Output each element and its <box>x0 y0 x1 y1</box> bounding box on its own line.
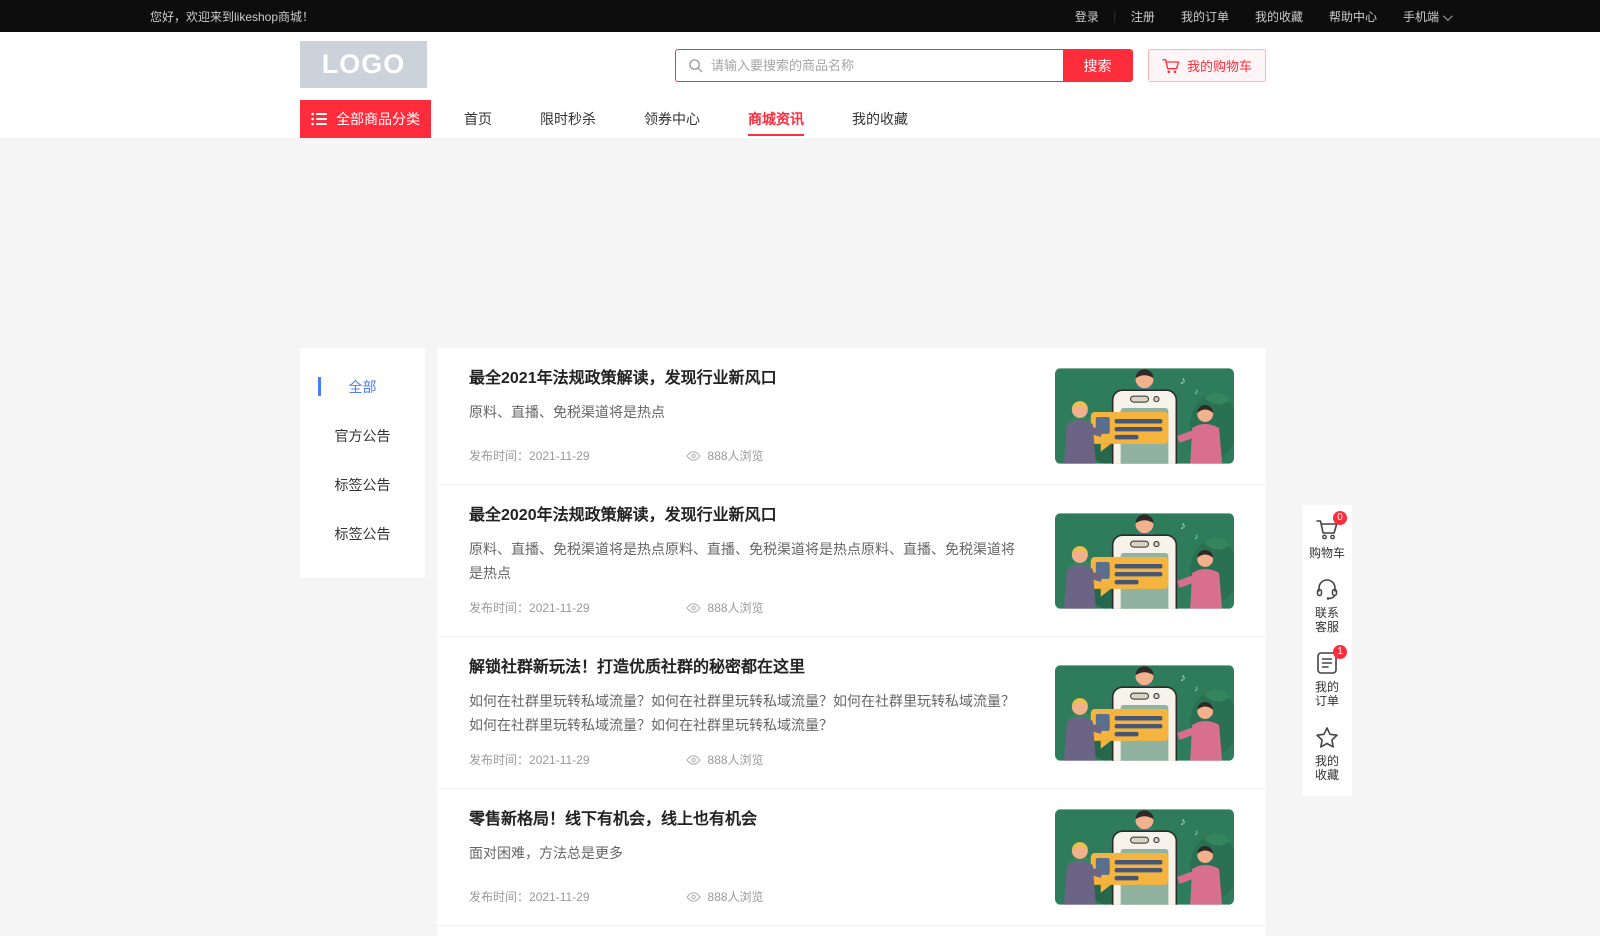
mobile-site-link[interactable]: 手机端 <box>1403 8 1450 25</box>
nav-item-mall-news[interactable]: 商城资讯 <box>724 100 828 138</box>
float-orders-label: 我的订单 <box>1315 680 1339 708</box>
nav-item-home[interactable]: 首页 <box>440 100 516 138</box>
shop-logo[interactable]: LOGO <box>300 41 427 88</box>
news-article-row[interactable]: 最全2021年法规政策解读，发现行业新风口 原料、直播、免税渠道将是热点 发布时… <box>437 348 1266 485</box>
eye-icon <box>686 451 701 461</box>
all-categories-button[interactable]: 全部商品分类 <box>300 100 431 138</box>
publish-date: 2021-11-29 <box>529 890 590 904</box>
article-title[interactable]: 最全2021年法规政策解读，发现行业新风口 <box>469 368 1023 390</box>
sidebar-item-all[interactable]: 全部 <box>300 362 425 411</box>
main-nav: 全部商品分类 首页 限时秒杀 领券中心 商城资讯 我的收藏 <box>0 100 1600 138</box>
nav-item-coupon-center[interactable]: 领券中心 <box>620 100 724 138</box>
publish-time-label: 发布时间： <box>469 599 529 616</box>
register-link[interactable]: 注册 <box>1131 8 1155 25</box>
view-count: 888人浏览 <box>708 751 764 768</box>
topbar-divider: ｜ <box>1109 8 1121 25</box>
search-button[interactable]: 搜索 <box>1063 50 1132 81</box>
search-icon <box>688 58 703 73</box>
article-thumbnail <box>1055 368 1234 464</box>
star-icon <box>1315 726 1339 749</box>
search-input[interactable] <box>711 58 1063 73</box>
cart-icon <box>1162 58 1180 74</box>
news-article-row[interactable]: 解锁社群新玩法！打造优质社群的秘密都在这里 如何在社群里玩转私域流量？如何在社群… <box>437 637 1266 789</box>
my-cart-button[interactable]: 我的购物车 <box>1148 49 1266 82</box>
article-thumbnail <box>1055 513 1234 609</box>
float-service-button[interactable]: 联系客服 <box>1315 577 1339 634</box>
sidebar-item-tag-notice-2[interactable]: 标签公告 <box>300 509 425 558</box>
view-count: 888人浏览 <box>708 599 764 616</box>
publish-time-label: 发布时间： <box>469 751 529 768</box>
float-orders-button[interactable]: 1 我的订单 <box>1315 651 1339 708</box>
floating-toolbar: 0 购物车 联系客服 1 我的订单 <box>1302 505 1352 796</box>
publish-date: 2021-11-29 <box>529 601 590 615</box>
nav-item-my-favorites[interactable]: 我的收藏 <box>828 100 932 138</box>
login-link[interactable]: 登录 <box>1075 8 1099 25</box>
article-description: 如何在社群里玩转私域流量？如何在社群里玩转私域流量？如何在社群里玩转私域流量？如… <box>469 689 1023 737</box>
article-title[interactable]: 解锁社群新玩法！打造优质社群的秘密都在这里 <box>469 657 1023 679</box>
search-bar: 搜索 <box>675 49 1133 82</box>
welcome-text: 您好，欢迎来到likeshop商城！ <box>150 8 314 25</box>
article-title[interactable]: 零售新格局！线下有机会，线上也有机会 <box>469 809 1023 831</box>
orders-count-badge: 1 <box>1333 645 1347 659</box>
eye-icon <box>686 755 701 765</box>
sidebar-item-official-notice[interactable]: 官方公告 <box>300 411 425 460</box>
article-description: 原料、直播、免税渠道将是热点原料、直播、免税渠道将是热点原料、直播、免税渠道将是… <box>469 537 1023 585</box>
publish-time-label: 发布时间： <box>469 888 529 905</box>
article-thumbnail <box>1055 809 1234 905</box>
sidebar-item-tag-notice-1[interactable]: 标签公告 <box>300 460 425 509</box>
float-cart-button[interactable]: 0 购物车 <box>1309 517 1345 560</box>
publish-date: 2021-11-29 <box>529 753 590 767</box>
nav-item-seckill[interactable]: 限时秒杀 <box>516 100 620 138</box>
top-bar: 您好，欢迎来到likeshop商城！ 登录 ｜ 注册 我的订单 我的收藏 帮助中… <box>0 0 1600 32</box>
article-description: 原料、直播、免税渠道将是热点 <box>469 400 1023 424</box>
float-service-label: 联系客服 <box>1315 606 1339 634</box>
eye-icon <box>686 603 701 613</box>
topbar-my-orders-link[interactable]: 我的订单 <box>1181 8 1229 25</box>
article-description: 面对困难，方法总是更多 <box>469 841 1023 865</box>
article-thumbnail <box>1055 665 1234 761</box>
news-article-row[interactable]: 最全2020年法规政策解读，发现行业新风口 原料、直播、免税渠道将是热点原料、直… <box>437 485 1266 637</box>
view-count: 888人浏览 <box>708 888 764 905</box>
eye-icon <box>686 892 701 902</box>
news-article-row[interactable]: 零售新格局！线下有机会，线上也有机会 面对困难，方法总是更多 发布时间： 202… <box>437 789 1266 926</box>
publish-date: 2021-11-29 <box>529 449 590 463</box>
header: LOGO 搜索 我的购物车 <box>0 32 1600 100</box>
chevron-down-icon <box>1443 11 1453 21</box>
help-center-link[interactable]: 帮助中心 <box>1329 8 1377 25</box>
publish-time-label: 发布时间： <box>469 447 529 464</box>
article-title[interactable]: 最全2020年法规政策解读，发现行业新风口 <box>469 505 1023 527</box>
float-favorites-label: 我的收藏 <box>1315 754 1339 782</box>
news-category-sidebar: 全部 官方公告 标签公告 标签公告 <box>300 348 425 578</box>
float-cart-label: 购物车 <box>1309 546 1345 560</box>
headset-icon <box>1315 577 1339 601</box>
news-list: 最全2021年法规政策解读，发现行业新风口 原料、直播、免税渠道将是热点 发布时… <box>437 348 1266 936</box>
cart-count-badge: 0 <box>1333 511 1347 525</box>
category-list-icon <box>311 112 327 126</box>
topbar-my-favorites-link[interactable]: 我的收藏 <box>1255 8 1303 25</box>
news-article-row[interactable]: 微信小商店正式上线，3大利好助力化妆品牌商布局线上！ 发布时间： 2021-11… <box>437 926 1266 936</box>
page-content: 全部 官方公告 标签公告 标签公告 最全2021年法规政策解读，发现行业新风口 … <box>300 348 1266 936</box>
float-favorites-button[interactable]: 我的收藏 <box>1315 725 1339 782</box>
view-count: 888人浏览 <box>708 447 764 464</box>
